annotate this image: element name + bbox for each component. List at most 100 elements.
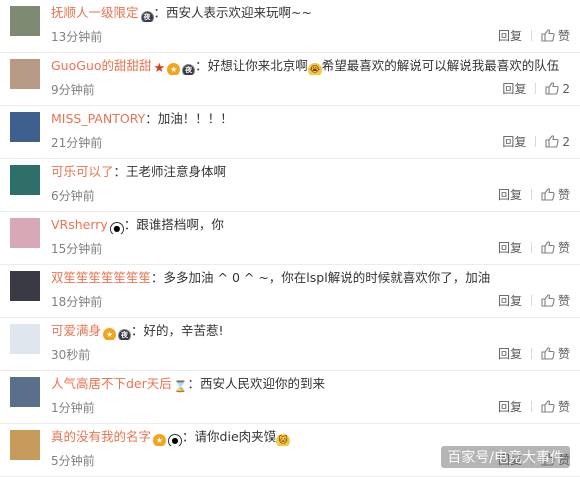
comment-text-cont: 希望最喜欢的解说可以解说我最喜欢的队伍 bbox=[321, 58, 560, 73]
reply-button[interactable]: 回复 bbox=[502, 135, 526, 149]
username-link[interactable]: 双笙笙笙笙笙笙笙 bbox=[51, 270, 151, 285]
like-button[interactable]: 2 bbox=[545, 135, 570, 149]
action-divider bbox=[530, 401, 532, 412]
comment-text: 好的，辛苦惹! bbox=[143, 323, 224, 338]
thumbs-up-icon bbox=[545, 82, 559, 96]
user-avatar[interactable] bbox=[10, 165, 40, 195]
night-badge-icon: 夜 bbox=[182, 64, 196, 75]
comment-text: 请你die肉夹馍 bbox=[194, 429, 277, 444]
like-count: 赞 bbox=[557, 241, 570, 255]
username-link[interactable]: VRsherry bbox=[51, 217, 108, 232]
user-avatar[interactable] bbox=[10, 59, 40, 89]
like-count: 赞 bbox=[557, 347, 570, 361]
comment-actions: 回复 赞 bbox=[498, 398, 570, 415]
comment-head: MISS_PANTORY：加油！！！！ bbox=[51, 110, 572, 128]
action-divider bbox=[530, 242, 532, 253]
like-count: 赞 bbox=[557, 188, 570, 202]
comment-actions: 回复 2 bbox=[502, 80, 570, 97]
like-button[interactable]: 赞 bbox=[541, 294, 570, 308]
comment-text: 多多加油 ^ 0 ^ ~，你在lspl解说的时候就喜欢你了，加油 bbox=[163, 270, 491, 285]
user-avatar[interactable] bbox=[10, 218, 40, 248]
reply-button[interactable]: 回复 bbox=[498, 188, 522, 202]
comment-item: MISS_PANTORY：加油！！！！ 21分钟前 回复 2 bbox=[0, 106, 580, 159]
comment-text: 跟谁搭档啊，你 bbox=[136, 217, 224, 232]
like-button[interactable]: 赞 bbox=[541, 188, 570, 202]
comment-head: GuoGuo的甜甜甜 ★ ★ 夜：好想让你来北京啊 😭 希望最喜欢的解说可以解说我最喜欢的… bbox=[51, 57, 572, 75]
username-link[interactable]: GuoGuo的甜甜甜 bbox=[51, 58, 152, 73]
reply-button[interactable]: 回复 bbox=[498, 347, 522, 361]
comment-item: 双笙笙笙笙笙笙笙：多多加油 ^ 0 ^ ~，你在lspl解说的时候就喜欢你了，加… bbox=[0, 265, 580, 318]
username-link[interactable]: 真的没有我的名字 bbox=[51, 429, 151, 444]
like-count: 2 bbox=[562, 135, 570, 149]
comment-actions: 回复 赞 bbox=[498, 292, 570, 309]
thumbs-up-icon bbox=[541, 347, 555, 361]
comment-text: 西安人表示欢迎来玩啊~~ bbox=[166, 5, 312, 20]
like-count: 2 bbox=[562, 82, 570, 96]
comment-text: 西安人民欢迎你的到来 bbox=[199, 376, 325, 391]
thumbs-up-icon bbox=[541, 400, 555, 414]
user-avatar[interactable] bbox=[10, 430, 40, 460]
vip-badge-icon: ★ bbox=[167, 63, 181, 75]
comment-item: 人气高居不下der天后 ⌛：西安人民欢迎你的到来 1分钟前 回复 赞 bbox=[0, 371, 580, 424]
comment-time: 13分钟前 bbox=[51, 30, 103, 44]
user-avatar[interactable] bbox=[10, 324, 40, 354]
reply-button[interactable]: 回复 bbox=[498, 29, 522, 43]
like-button[interactable]: 赞 bbox=[541, 29, 570, 43]
star-badge-icon: ★ bbox=[153, 61, 166, 75]
colon-separator: ： bbox=[145, 111, 158, 126]
like-button[interactable]: 赞 bbox=[541, 241, 570, 255]
like-button[interactable]: 赞 bbox=[541, 347, 570, 361]
panda-badge-icon: ● bbox=[168, 434, 183, 446]
username-link[interactable]: 人气高居不下der天后 bbox=[51, 376, 172, 391]
thumbs-up-icon bbox=[541, 294, 555, 308]
action-divider bbox=[530, 348, 532, 359]
comment-head: 可爱满身 ★ 夜：好的，辛苦惹! bbox=[51, 322, 572, 340]
panda-badge-icon: ● bbox=[109, 222, 124, 234]
comment-time: 9分钟前 bbox=[51, 83, 95, 97]
like-button[interactable]: 赞 bbox=[541, 400, 570, 414]
comment-actions: 回复 赞 bbox=[498, 27, 570, 44]
like-count: 赞 bbox=[557, 29, 570, 43]
username-link[interactable]: 可乐可以了 bbox=[51, 164, 114, 179]
thumbs-up-icon bbox=[541, 29, 555, 43]
like-count: 赞 bbox=[557, 400, 570, 414]
colon-separator: ： bbox=[131, 323, 144, 338]
comment-time: 15分钟前 bbox=[51, 242, 103, 256]
emoji-icon: 🐱 bbox=[276, 434, 291, 446]
like-count: 赞 bbox=[557, 294, 570, 308]
colon-separator: ： bbox=[195, 58, 208, 73]
reply-button[interactable]: 回复 bbox=[502, 82, 526, 96]
comment-text: 王老师注意身体啊 bbox=[126, 164, 227, 179]
reply-button[interactable]: 回复 bbox=[498, 241, 522, 255]
comment-actions: 回复 赞 bbox=[498, 345, 570, 362]
colon-separator: ： bbox=[123, 217, 137, 232]
reply-button[interactable]: 回复 bbox=[498, 294, 522, 308]
username-link[interactable]: 抚顺人一级限定 bbox=[51, 5, 139, 20]
user-avatar[interactable] bbox=[10, 377, 40, 407]
username-link[interactable]: MISS_PANTORY bbox=[51, 111, 145, 126]
colon-separator: ： bbox=[151, 270, 164, 285]
comment-item: 可乐可以了：王老师注意身体啊 6分钟前 回复 赞 bbox=[0, 159, 580, 212]
emoji-icon: 😭 bbox=[307, 63, 322, 75]
colon-separator: ： bbox=[113, 164, 127, 179]
user-avatar[interactable] bbox=[10, 112, 40, 142]
comment-head: 可乐可以了：王老师注意身体啊 bbox=[51, 163, 572, 181]
user-avatar[interactable] bbox=[10, 271, 40, 301]
action-divider bbox=[530, 189, 532, 200]
user-avatar[interactable] bbox=[10, 6, 40, 36]
action-divider bbox=[530, 295, 532, 306]
username-link[interactable]: 可爱满身 bbox=[51, 323, 101, 338]
vip-badge-icon: ★ bbox=[153, 434, 167, 446]
thumbs-up-icon bbox=[541, 241, 555, 255]
like-button[interactable]: 2 bbox=[545, 82, 570, 96]
comment-time: 30秒前 bbox=[51, 348, 91, 362]
comment-head: VRsherry ● ：跟谁搭档啊，你 bbox=[51, 216, 572, 234]
comment-item: 可爱满身 ★ 夜：好的，辛苦惹! 30秒前 回复 赞 bbox=[0, 318, 580, 371]
comment-time: 6分钟前 bbox=[51, 189, 95, 203]
action-divider bbox=[530, 30, 532, 41]
reply-button[interactable]: 回复 bbox=[498, 400, 522, 414]
watermark-text: 百家号/电竞大事件 bbox=[441, 446, 570, 468]
thumbs-up-icon bbox=[541, 188, 555, 202]
comment-item: 抚顺人一级限定夜：西安人表示欢迎来玩啊~~ 13分钟前 回复 赞 bbox=[0, 0, 580, 53]
hourglass-badge-icon: ⌛ bbox=[173, 380, 188, 393]
